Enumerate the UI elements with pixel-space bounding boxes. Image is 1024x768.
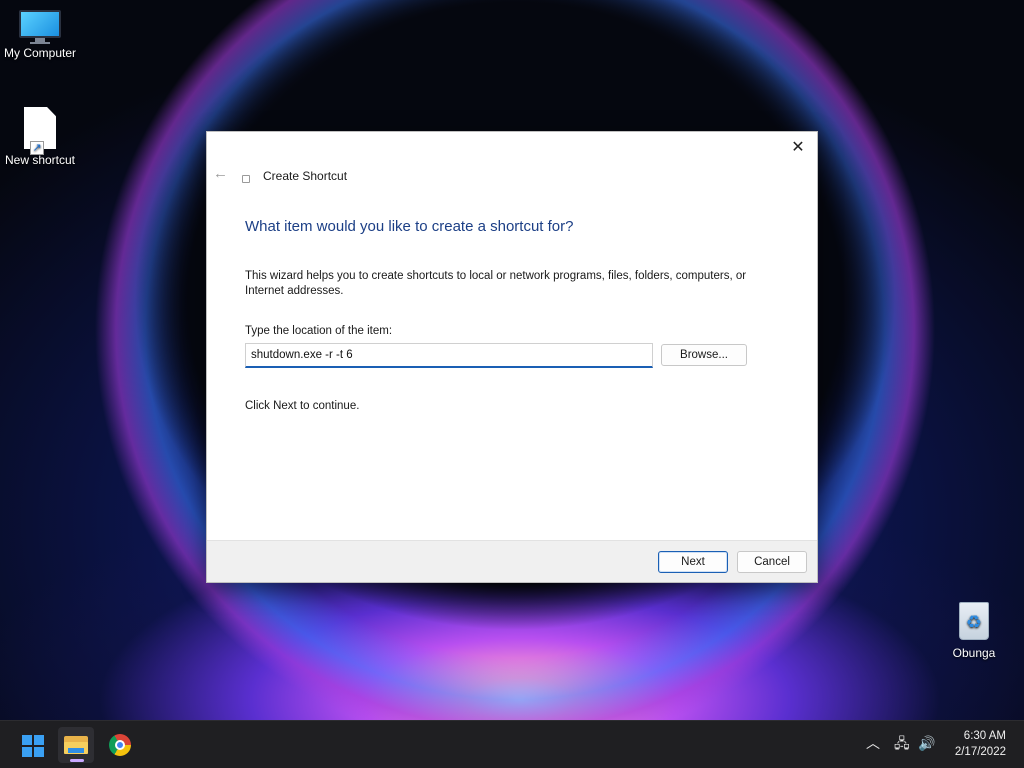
location-label: Type the location of the item: <box>245 325 393 337</box>
desktop-icon-label: Obunga <box>952 646 996 660</box>
computer-icon <box>19 10 61 44</box>
location-input[interactable] <box>245 343 653 368</box>
desktop-icon-obunga[interactable]: ♻ Obunga <box>934 598 1014 660</box>
network-icon[interactable]: 🖧 <box>894 733 910 753</box>
wizard-description: This wizard helps you to create shortcut… <box>245 270 747 297</box>
next-hint-text: Click Next to continue. <box>245 400 360 412</box>
close-button[interactable]: ✕ <box>787 138 809 158</box>
cancel-button[interactable]: Cancel <box>737 551 807 573</box>
shortcut-wizard-icon <box>242 175 250 183</box>
desktop-icon-new-shortcut[interactable]: ↗ New shortcut <box>0 107 80 167</box>
dialog-footer: Next Cancel <box>207 540 817 582</box>
wizard-heading: What item would you like to create a sho… <box>245 218 574 235</box>
volume-icon[interactable]: 🔊 <box>918 733 935 753</box>
desktop-icon-label: New shortcut <box>4 153 76 167</box>
dialog-title: Create Shortcut <box>263 169 348 183</box>
taskbar-chrome[interactable] <box>102 727 138 763</box>
desktop-icon-my-computer[interactable]: My Computer <box>0 10 80 60</box>
taskbar: ︿ 🖧 🔊 6:30 AM 2/17/2022 <box>0 720 1024 768</box>
desktop-icon-label: My Computer <box>3 46 77 60</box>
clock-time: 6:30 AM <box>963 730 1006 742</box>
recycle-bin-icon: ♻ <box>957 598 991 640</box>
clock[interactable]: 6:30 AM 2/17/2022 <box>955 728 1006 760</box>
taskbar-file-explorer[interactable] <box>58 727 94 763</box>
windows-start-icon <box>22 735 44 757</box>
clock-date: 2/17/2022 <box>954 746 1006 758</box>
folder-icon <box>64 736 88 754</box>
shortcut-arrow-icon: ↗ <box>30 141 44 155</box>
active-indicator <box>70 759 84 762</box>
browse-button[interactable]: Browse... <box>661 344 747 366</box>
start-button[interactable] <box>14 727 50 763</box>
back-arrow-icon[interactable]: ← <box>213 166 231 182</box>
chevron-up-icon[interactable]: ︿ <box>866 733 880 753</box>
next-button[interactable]: Next <box>658 551 728 573</box>
chrome-icon <box>109 734 131 756</box>
create-shortcut-dialog: ✕ ← Create Shortcut What item would you … <box>206 131 818 583</box>
